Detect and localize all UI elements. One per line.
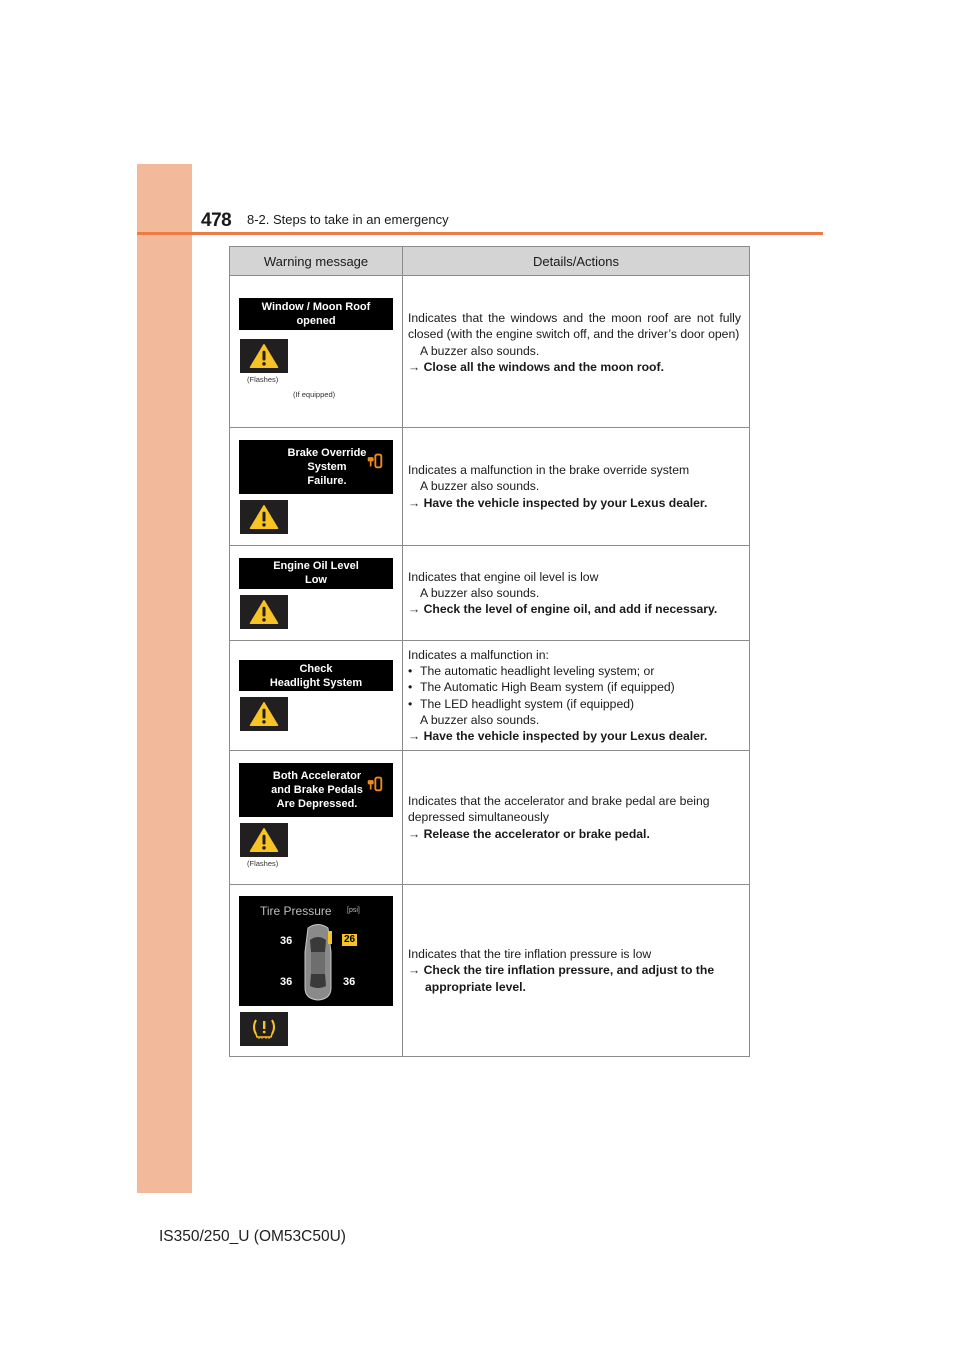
message-line: Engine Oil Level (273, 560, 359, 572)
warning-triangle-icon (249, 599, 279, 625)
flashes-note: (Flashes) (247, 375, 279, 384)
bullet-item: • The LED headlight system (if equipped) (408, 696, 741, 712)
tire-rear-left-value: 36 (280, 975, 293, 988)
warning-display: Brake Override System Failure. (239, 439, 393, 494)
warning-message-cell: Both Accelerator and Brake Pedals Are Depr… (229, 750, 403, 885)
warning-light (240, 594, 288, 629)
bullet-item: • The Automatic High Beam system (if equi… (408, 679, 741, 695)
action-text: → Release the accelerator or brake pedal… (408, 826, 650, 841)
warning-triangle-icon (249, 701, 279, 727)
message-line: Failure. (307, 474, 347, 487)
warning-display: Check Headlight System (239, 660, 393, 691)
message-line: Brake Override (287, 446, 367, 459)
tire-front-left-value: 36 (280, 934, 293, 947)
tire-pressure-warning-icon (253, 1019, 275, 1039)
details-cell: Indicates that the tire inflation pressu… (402, 884, 750, 1057)
header-rule (137, 232, 823, 235)
warning-display: Window / Moon Roof opened (239, 298, 393, 330)
message-line: Headlight System (269, 676, 363, 689)
table-row: Tire Pressure [psi] 36 26 36 36 Indicate… (229, 884, 750, 1057)
message-line: Both Accelerator (272, 770, 362, 782)
if-equipped-note: (If equipped) (293, 390, 336, 399)
details-cell: Indicates a malfunction in the brake ove… (402, 427, 750, 546)
flashes-note: (Flashes) (247, 859, 279, 868)
warning-message-cell: Brake Override System Failure. (229, 427, 403, 546)
table-row: Brake Override System Failure. Indicates a… (229, 427, 750, 546)
detail-text: Indicates that the windows and the moon … (408, 310, 741, 342)
detail-text: Indicates that the tire inflation pressu… (408, 947, 652, 962)
detail-text: Indicates that engine oil level is low (408, 569, 599, 584)
buzzer-note: A buzzer also sounds. (420, 343, 540, 358)
buzzer-note: A buzzer also sounds. (420, 585, 540, 600)
table-row: Window / Moon Roof opened (Flashes) (If e… (229, 275, 750, 428)
pedal-icon (366, 775, 383, 792)
model-code-footer: IS350/250_U (OM53C50U) (159, 1228, 346, 1245)
tire-pressure-display: Tire Pressure [psi] 36 26 36 36 (239, 895, 393, 1006)
tire-pressure-title: Tire Pressure (260, 903, 332, 918)
warning-message-cell: Engine Oil Level Low (229, 545, 403, 641)
details-cell: Indicates that the windows and the moon … (402, 275, 750, 428)
bullet-text: The LED headlight system (if equipped) (420, 696, 635, 711)
buzzer-note: A buzzer also sounds. (420, 479, 540, 494)
tire-rear-right-value: 36 (343, 975, 356, 988)
warning-triangle-icon (249, 343, 279, 369)
table-row: Both Accelerator and Brake Pedals Are Depr… (229, 750, 750, 885)
page-number: 478 (201, 210, 232, 231)
bullet-icon: • (408, 663, 413, 678)
action-text: → Have the vehicle inspected by your Lex… (408, 495, 708, 510)
bullet-icon: • (408, 696, 413, 711)
column-header-details-actions: Details/Actions (402, 246, 750, 276)
action-text: → Have the vehicle inspected by your Lex… (408, 729, 708, 744)
details-cell: Indicates a malfunction in: • The automat… (402, 640, 750, 751)
table-header-row: Warning message Details/Actions (229, 246, 750, 276)
details-cell: Indicates that the accelerator and brake… (402, 750, 750, 885)
table-row: Check Headlight System Indicates a malfun… (229, 640, 750, 751)
warning-light (240, 697, 288, 731)
action-text: → Check the tire inflation pressure, and… (408, 963, 715, 978)
warning-triangle-icon (249, 827, 279, 853)
warning-display: Both Accelerator and Brake Pedals Are Depr… (239, 763, 393, 817)
warning-light (240, 339, 288, 373)
column-header-warning-message: Warning message (229, 246, 403, 276)
message-line: Low (304, 574, 327, 586)
warning-message-table: Warning message Details/Actions Window /… (229, 246, 750, 1057)
message-line: Are Depressed. (276, 798, 358, 810)
bullet-text: The Automatic High Beam system (if equip… (420, 680, 675, 695)
message-line: opened (296, 315, 336, 327)
buzzer-note: A buzzer also sounds. (420, 712, 540, 727)
warning-message-cell: Tire Pressure [psi] 36 26 36 36 (229, 884, 403, 1057)
table-row: Engine Oil Level Low Indicates that engin… (229, 545, 750, 641)
car-top-view-icon (304, 923, 332, 1001)
details-cell: Indicates that engine oil level is low A… (402, 545, 750, 641)
action-text: → Close all the windows and the moon roo… (408, 359, 664, 374)
message-line: Check (299, 662, 333, 675)
warning-light (240, 499, 288, 534)
warning-light (240, 1011, 288, 1046)
section-title: 8-2. Steps to take in an emergency (247, 212, 449, 227)
warning-message-cell: Check Headlight System (229, 640, 403, 751)
chapter-sidebar-tab (137, 164, 192, 1193)
tire-front-right-value: 26 (342, 933, 358, 946)
warning-triangle-icon (249, 504, 279, 530)
detail-text: Indicates a malfunction in: (408, 647, 549, 662)
detail-text: Indicates that the accelerator and brake… (408, 794, 710, 825)
bullet-item: • The automatic headlight leveling system… (408, 663, 741, 679)
bullet-text: The automatic headlight leveling system;… (420, 663, 655, 678)
warning-light (240, 823, 288, 857)
message-line: and Brake Pedals (271, 784, 363, 796)
bullet-icon: • (408, 680, 413, 695)
message-line: System (307, 460, 347, 473)
warning-message-cell: Window / Moon Roof opened (Flashes) (If e… (229, 275, 403, 428)
pedal-icon (366, 452, 383, 469)
warning-display: Engine Oil Level Low (239, 557, 393, 589)
action-text: → Check the level of engine oil, and add… (408, 602, 718, 617)
action-text-continued: appropriate level. (425, 979, 526, 994)
detail-text: Indicates a malfunction in the brake ove… (408, 463, 690, 478)
message-line: Window / Moon Roof (261, 301, 371, 313)
tire-pressure-unit: [psi] (347, 906, 360, 914)
